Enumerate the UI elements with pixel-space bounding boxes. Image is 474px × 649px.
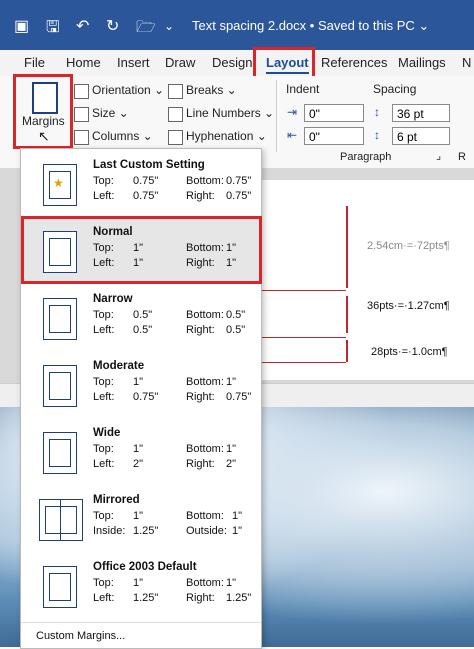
menu-separator [21,622,261,623]
hyphenation-icon [168,130,183,145]
tab-design[interactable]: Design [212,55,252,70]
spacing-before-icon: ↕ [374,105,380,119]
tab-overflow[interactable]: N [462,55,471,70]
margins-button-highlight [13,74,73,149]
office-2003-margins-icon [43,566,77,608]
undo-icon[interactable]: ↶ [76,16,89,36]
margin-option-last-custom[interactable]: ★ Last Custom Setting Top: 0.75" Bottom:… [21,151,261,217]
narrow-margins-icon [43,298,77,340]
columns-button[interactable]: Columns ⌄ [92,129,153,143]
ribbon-tabs: File Home Insert Draw Design Layout Refe… [0,50,474,76]
orientation-icon [74,84,89,99]
arrow-72pt [346,206,348,288]
spacing-heading: Spacing [373,82,417,96]
margin-guide-line [262,362,346,363]
columns-icon [74,130,89,145]
normal-option-highlight [21,216,262,284]
tab-file[interactable]: File [24,55,45,70]
size-icon [74,107,89,122]
ribbon-divider [276,80,277,152]
indent-heading: Indent [286,82,320,96]
open-folder-icon[interactable]: 🗁 [136,16,156,43]
margin-option-narrow[interactable]: Narrow Top: 0.5" Bottom: 0.5" Left: 0.5"… [21,285,261,351]
custom-margins-menu-item[interactable]: Custom Margins... [36,630,125,642]
spacing-note-72pt: 2.54cm·=·72pts¶ [367,240,450,252]
document-title[interactable]: Text spacing 2.docx • Saved to this PC ⌄ [192,18,429,34]
indent-right-icon: ⇤ [287,128,298,142]
margin-option-moderate[interactable]: Moderate Top: 1" Bottom: 1" Left: 0.75" … [21,352,261,418]
last-custom-margins-icon: ★ [43,164,77,206]
spacing-after-input[interactable]: 6 pt [392,127,450,145]
line-numbers-icon [168,107,183,122]
line-numbers-button[interactable]: Line Numbers ⌄ [186,106,274,120]
spacing-before-input[interactable]: 36 pt [392,104,450,122]
spacing-note-28pt: 28pts·=·1.0cm¶ [371,346,448,358]
margin-option-mirrored[interactable]: Mirrored Top: 1" Bottom: 1" Inside: 1.25… [21,486,261,552]
indent-left-input[interactable]: 0" [304,104,364,122]
paragraph-group-label: Paragraph [340,151,392,163]
indent-left-icon: ⇥ [287,105,298,119]
save-icon[interactable]: 🖫 [46,16,60,43]
margin-guide-line [262,290,346,291]
size-button[interactable]: Size ⌄ [92,106,129,120]
tab-insert[interactable]: Insert [117,55,150,70]
tab-references[interactable]: References [321,55,387,70]
tab-draw[interactable]: Draw [165,55,195,70]
arrow-36pt [346,296,348,333]
wide-margins-icon [43,432,77,474]
indent-right-input[interactable]: 0" [304,127,364,145]
spacing-note-36pt: 36pts·=·1.27cm¶ [367,300,450,312]
tab-home[interactable]: Home [66,55,101,70]
word-app-icon: ▣ [14,18,30,35]
arrow-28pt [346,340,348,362]
ribbon-overflow-icon[interactable]: R [458,151,466,163]
redo-icon[interactable]: ↻ [106,16,119,36]
moderate-margins-icon [43,365,77,407]
orientation-button[interactable]: Orientation ⌄ [92,83,164,97]
mirrored-margins-icon [39,499,83,541]
breaks-button[interactable]: Breaks ⌄ [186,83,237,97]
hyphenation-button[interactable]: Hyphenation ⌄ [186,129,267,143]
margin-guide-line [262,337,346,338]
tab-mailings[interactable]: Mailings [398,55,446,70]
qat-dropdown-icon[interactable]: ⌄ [164,19,174,33]
margin-option-wide[interactable]: Wide Top: 1" Bottom: 1" Left: 2" Right: … [21,419,261,485]
spacing-after-icon: ↕ [374,128,380,142]
breaks-icon [168,84,183,99]
title-bar: ▣ 🖫 ↶ ↻ 🗁 ⌄ Text spacing 2.docx • Saved … [0,0,474,50]
margin-option-office-2003[interactable]: Office 2003 Default Top: 1" Bottom: 1" L… [21,553,261,619]
paragraph-launcher-icon[interactable]: ⌟ [436,149,441,162]
